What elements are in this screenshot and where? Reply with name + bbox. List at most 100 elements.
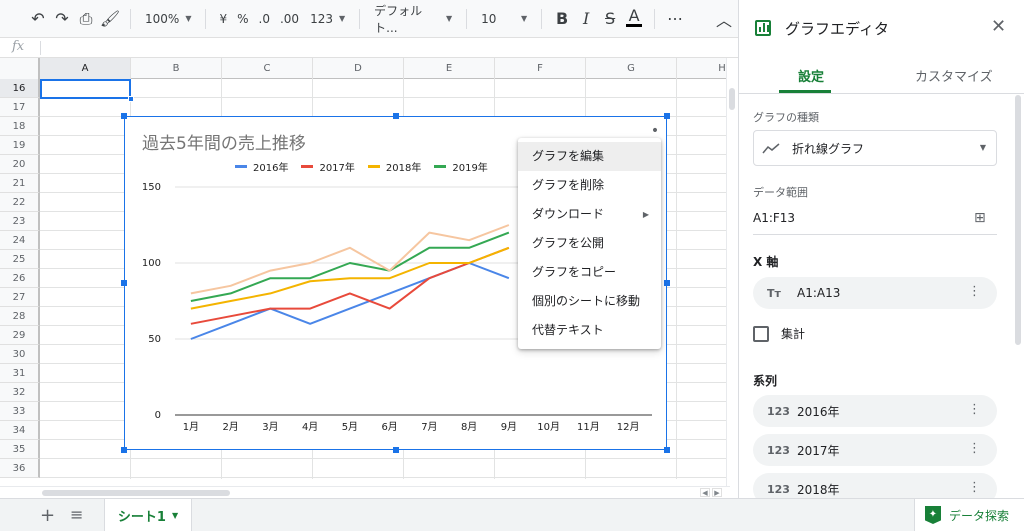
panel-scrollbar[interactable] — [1015, 95, 1021, 345]
context-menu-item[interactable]: ダウンロード ▶ — [518, 200, 661, 229]
sheet-tab[interactable]: シート1 ▼ — [104, 499, 192, 531]
row-header[interactable]: 36 — [0, 459, 40, 478]
more-vert-icon[interactable]: ⋮ — [968, 481, 981, 495]
series-chip[interactable]: 123 2016年 ⋮ — [753, 395, 997, 427]
more-vert-icon[interactable]: ⋮ — [968, 285, 981, 299]
context-menu-item[interactable]: 個別のシートに移動 — [518, 287, 661, 316]
row-header[interactable]: 32 — [0, 383, 40, 402]
row-header[interactable]: 17 — [0, 98, 40, 117]
number-type-icon: 123 — [767, 443, 790, 457]
column-header[interactable]: C — [222, 58, 313, 79]
horizontal-scrollbar[interactable]: ◀ ▶ — [0, 486, 730, 498]
resize-handle[interactable] — [393, 113, 399, 119]
column-header[interactable]: B — [131, 58, 222, 79]
x-axis-chip[interactable]: Tт A1:A13 ⋮ — [753, 277, 997, 309]
explore-button[interactable]: ✦ データ探索 — [914, 499, 1024, 531]
row-header[interactable]: 26 — [0, 269, 40, 288]
scroll-left-icon[interactable]: ◀ — [700, 488, 710, 497]
data-range-input[interactable]: A1:F13 — [753, 211, 795, 225]
row-header[interactable]: 25 — [0, 250, 40, 269]
more-vert-icon[interactable]: ⋮ — [968, 442, 981, 456]
formula-bar: fx — [0, 38, 738, 58]
number-format-select[interactable]: 123 ▼ — [304, 5, 351, 33]
series-chip[interactable]: 123 2018年 ⋮ — [753, 473, 997, 498]
more-vert-icon[interactable]: ⋮ — [968, 403, 981, 417]
font-size-select[interactable]: 10 ▼ — [475, 5, 533, 33]
series-chip[interactable]: 123 2017年 ⋮ — [753, 434, 997, 466]
resize-handle[interactable] — [121, 447, 127, 453]
select-all-corner[interactable] — [0, 58, 40, 79]
resize-handle[interactable] — [664, 113, 670, 119]
row-header[interactable]: 19 — [0, 136, 40, 155]
chart-type-select[interactable]: 折れ線グラフ ▼ — [753, 130, 997, 166]
decrease-decimal-button[interactable]: .0 — [254, 5, 275, 33]
row-header[interactable]: 28 — [0, 307, 40, 326]
increase-decimal-button[interactable]: .00 — [275, 5, 304, 33]
all-sheets-icon[interactable]: ≡ — [70, 505, 83, 524]
row-header[interactable]: 16 — [0, 79, 40, 98]
tab-setup[interactable]: 設定 — [798, 66, 824, 85]
tab-customize[interactable]: カスタマイズ — [915, 66, 993, 85]
row-header[interactable]: 22 — [0, 193, 40, 212]
add-sheet-icon[interactable]: + — [40, 505, 55, 526]
bold-button[interactable]: B — [550, 5, 574, 33]
column-header[interactable]: F — [495, 58, 586, 79]
close-icon[interactable]: ✕ — [991, 16, 1006, 37]
zoom-select[interactable]: 100% ▼ — [139, 5, 197, 33]
undo-icon[interactable]: ↶ — [26, 5, 50, 33]
column-headers: ABCDEFGH — [0, 58, 730, 79]
aggregate-checkbox[interactable] — [753, 325, 769, 342]
row-header[interactable]: 18 — [0, 117, 40, 136]
formula-divider — [40, 41, 41, 55]
context-menu-item[interactable]: グラフを削除 — [518, 171, 661, 200]
vertical-scrollbar[interactable] — [726, 58, 736, 486]
fx-icon: fx — [12, 39, 25, 54]
aggregate-row[interactable]: 集計 — [753, 325, 805, 342]
active-cell[interactable] — [40, 79, 131, 99]
gridline — [40, 477, 730, 478]
row-header[interactable]: 21 — [0, 174, 40, 193]
column-header[interactable]: G — [586, 58, 677, 79]
strikethrough-button[interactable]: S — [598, 5, 622, 33]
paint-format-icon[interactable]: 🖌︎ — [98, 5, 122, 33]
row-header[interactable]: 34 — [0, 421, 40, 440]
font-select[interactable]: デフォルト... ▼ — [368, 4, 458, 35]
resize-handle[interactable] — [121, 280, 127, 286]
scroll-right-icon[interactable]: ▶ — [712, 488, 722, 497]
row-header[interactable]: 31 — [0, 364, 40, 383]
row-header[interactable]: 23 — [0, 212, 40, 231]
fill-handle[interactable] — [128, 96, 134, 102]
italic-button[interactable]: I — [574, 5, 598, 33]
row-header[interactable]: 20 — [0, 155, 40, 174]
scrollbar-thumb[interactable] — [42, 490, 230, 496]
redo-icon[interactable]: ↷ — [50, 5, 74, 33]
column-header[interactable]: D — [313, 58, 404, 79]
scrollbar-thumb[interactable] — [729, 88, 735, 110]
percent-button[interactable]: % — [232, 5, 253, 33]
context-menu-item[interactable]: グラフを公開 — [518, 229, 661, 258]
select-range-icon[interactable]: ⊞ — [974, 210, 986, 226]
currency-button[interactable]: ¥ — [214, 5, 232, 33]
resize-handle[interactable] — [664, 447, 670, 453]
resize-handle[interactable] — [393, 447, 399, 453]
row-header[interactable]: 29 — [0, 326, 40, 345]
row-header[interactable]: 30 — [0, 345, 40, 364]
print-icon[interactable]: ⎙ — [74, 5, 98, 33]
column-header[interactable]: E — [404, 58, 495, 79]
context-menu-item[interactable]: 代替テキスト — [518, 316, 661, 345]
row-header[interactable]: 33 — [0, 402, 40, 421]
context-menu-item[interactable]: グラフをコピー — [518, 258, 661, 287]
row-header[interactable]: 35 — [0, 440, 40, 459]
collapse-toolbar-icon[interactable]: ︿ — [712, 5, 736, 33]
x-tick-label: 12月 — [617, 421, 640, 433]
context-menu-item[interactable]: グラフを編集 — [518, 142, 661, 171]
more-button[interactable]: ⋯ — [663, 5, 687, 33]
resize-handle[interactable] — [664, 280, 670, 286]
series-name: 2016年 — [797, 404, 840, 419]
resize-handle[interactable] — [121, 113, 127, 119]
row-header[interactable]: 27 — [0, 288, 40, 307]
text-color-button[interactable]: A — [622, 5, 646, 33]
column-header[interactable]: A — [40, 58, 131, 79]
column-header[interactable]: H — [677, 58, 730, 79]
row-header[interactable]: 24 — [0, 231, 40, 250]
